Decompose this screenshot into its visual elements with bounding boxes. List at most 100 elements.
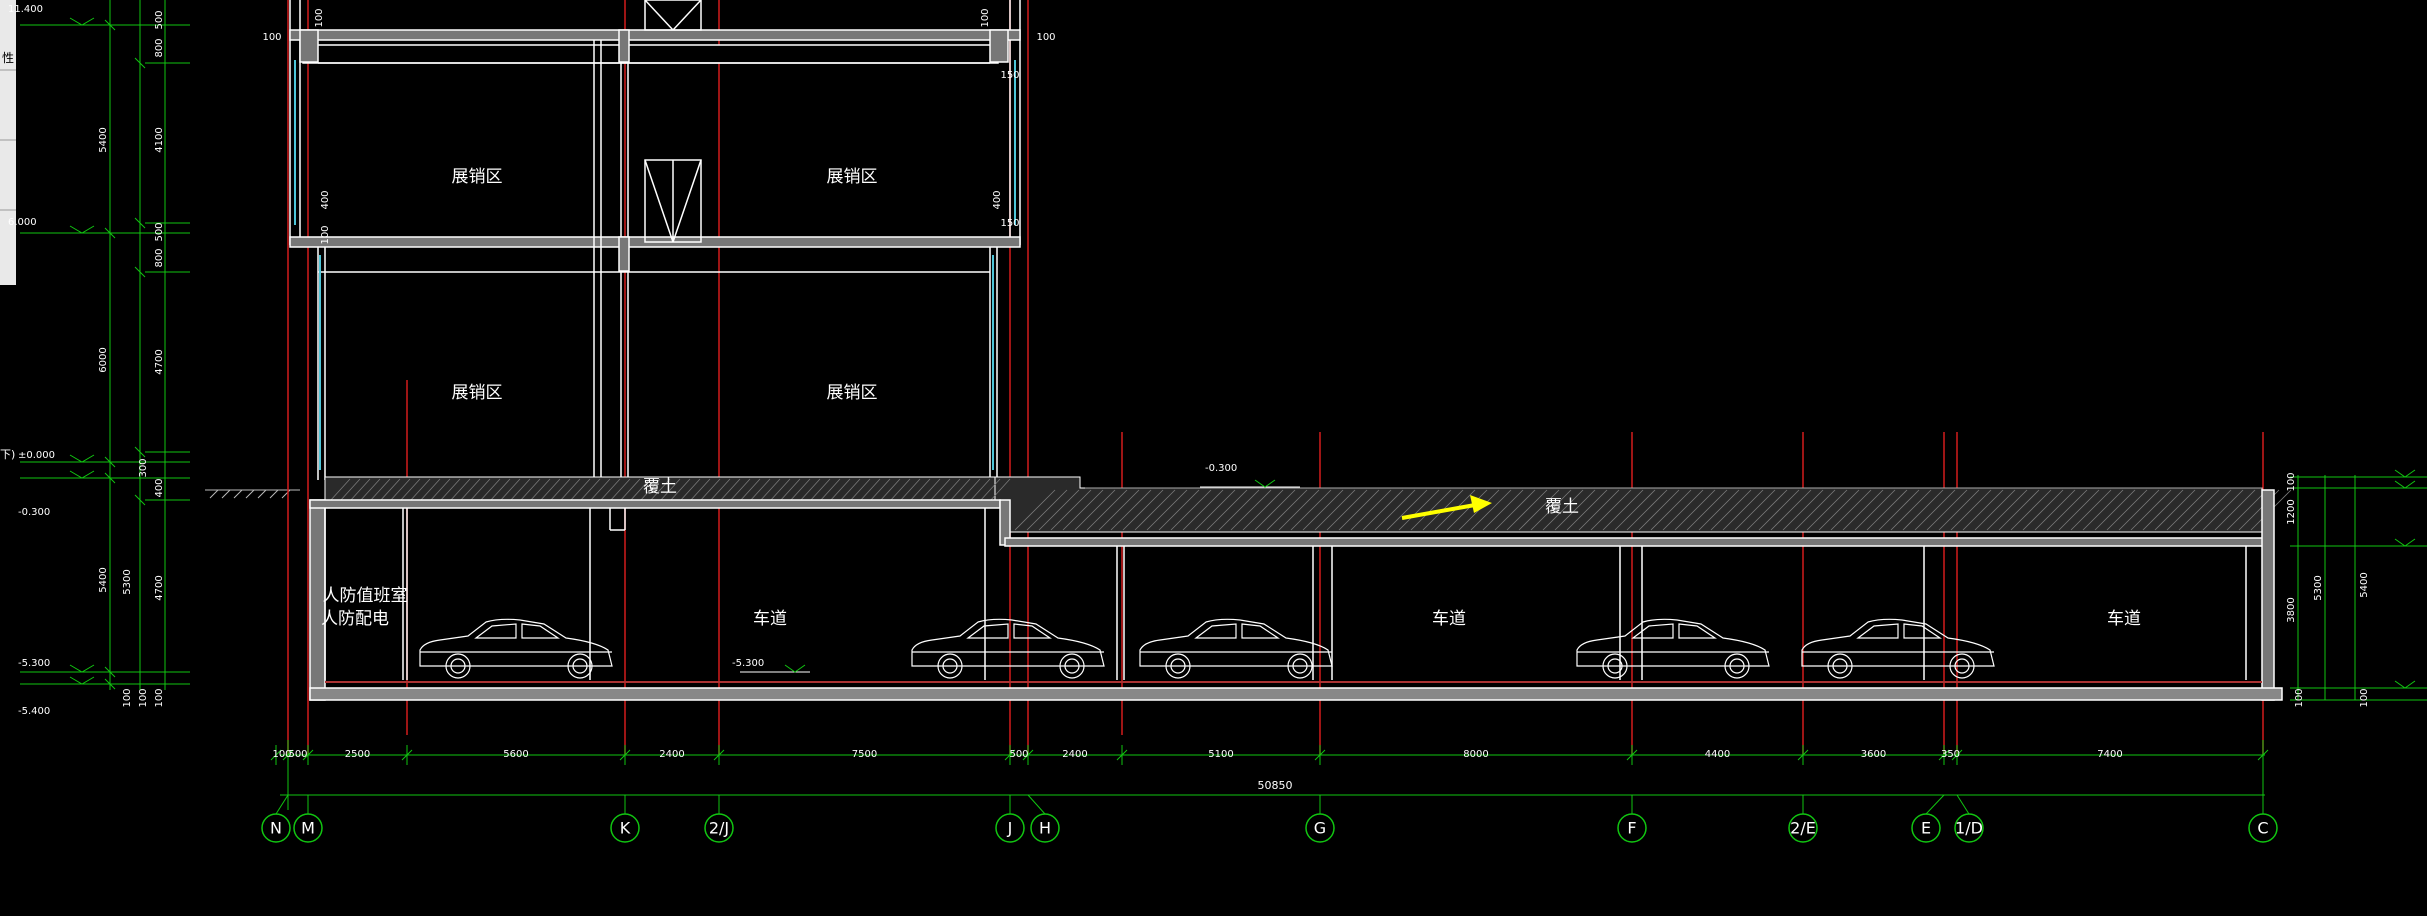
car-part	[474, 623, 560, 639]
axis-label: K	[620, 819, 631, 838]
dim-label: 5400	[98, 127, 109, 152]
bottom-dim-label: 350	[1941, 749, 1960, 760]
car-part	[1856, 623, 1942, 639]
dim-label: 150	[1000, 70, 1019, 81]
ground-hatch-left	[205, 489, 300, 499]
road-elevation: -0.300	[1200, 463, 1300, 488]
axis-leader	[275, 794, 289, 815]
dim-label: 100	[154, 688, 165, 707]
bottom-dim-label: 2400	[1062, 749, 1087, 760]
dim-label: 6000	[98, 347, 109, 372]
dim-label: 800	[154, 248, 165, 267]
car-part	[966, 623, 1052, 639]
axis-label: G	[1314, 819, 1326, 838]
dim-label: 5300	[122, 569, 133, 594]
room-label: 展销区	[827, 383, 878, 403]
bottom-dim-label: 2500	[345, 749, 370, 760]
room-label: 展销区	[452, 383, 503, 403]
panel-text: 性	[2, 51, 14, 65]
dim-label: 100	[138, 688, 149, 707]
bottom-dim-label: 5100	[1208, 749, 1233, 760]
car-icon	[911, 618, 1105, 679]
dim-label: 100	[262, 32, 281, 43]
dim-label: 300	[138, 458, 149, 477]
car-icon	[1139, 618, 1333, 679]
elevation-basement-base: -5.400	[18, 706, 50, 717]
room-label: 覆土	[643, 477, 677, 497]
dim-label: 400	[992, 190, 1003, 209]
glass-curtain-wall	[294, 60, 1016, 470]
room-label: 人防值班室	[323, 586, 408, 606]
axis-leader	[1956, 794, 1970, 815]
car-icon	[1576, 618, 1770, 679]
bottom-dim-label: 5600	[503, 749, 528, 760]
elevation-basement-floor: -5.300	[732, 658, 764, 669]
room-label: 车道	[1432, 609, 1466, 629]
axis-label: J	[1007, 819, 1013, 838]
left-outer-dim-labels: 5400 6000 5400	[98, 127, 109, 592]
dim-label: 100	[1036, 32, 1055, 43]
elevation-level2: 6.000	[8, 217, 37, 228]
bottom-dim-label: 500	[1009, 749, 1028, 760]
section-drawing: 性 下) 11.400 6.000 ±0.000 -0.300 -5.300 -…	[0, 0, 2427, 843]
bottom-dim-label: 3600	[1861, 749, 1886, 760]
dim-label: 100	[2286, 472, 2297, 491]
bottom-dim-label: 7500	[852, 749, 877, 760]
car-icon	[1801, 618, 1995, 679]
left-inner-dim-labels: 500 800 4100 500 800 4700 300 400 100 53…	[122, 10, 165, 707]
dim-label: 3800	[2286, 597, 2297, 622]
dim-label: 400	[154, 478, 165, 497]
dim-label: 5400	[98, 567, 109, 592]
dim-label: 150	[1000, 218, 1019, 229]
dim-label: 100	[2359, 688, 2370, 707]
elevation-road: -0.300	[1205, 463, 1237, 474]
dim-label: 4100	[154, 127, 165, 152]
car-part	[1631, 623, 1717, 639]
dim-label: 5400	[2359, 572, 2370, 597]
axis-label: H	[1039, 819, 1051, 838]
bottom-dim-label: 8000	[1463, 749, 1488, 760]
car-icon	[419, 618, 613, 679]
dim-label: 100	[314, 8, 325, 27]
bottom-dim-label: 2400	[659, 749, 684, 760]
panel-text-2: 下)	[0, 448, 15, 461]
room-label: 展销区	[452, 167, 503, 187]
room-label: 人防配电	[321, 609, 389, 629]
side-panel[interactable]	[0, 0, 16, 285]
bottom-dim-label: 500	[288, 749, 307, 760]
dim-label: 100	[320, 225, 331, 244]
axis-label: 1/D	[1955, 819, 1983, 838]
axis-bubbles: N M K 2/J J H G F 2/E E 1/D C	[261, 794, 2278, 843]
dim-label: 100	[122, 688, 133, 707]
dim-label: 1200	[2286, 499, 2297, 524]
room-label: 车道	[2107, 609, 2141, 629]
dim-label: 400	[320, 190, 331, 209]
axis-label: F	[1627, 819, 1636, 838]
room-label: 覆土	[1545, 497, 1579, 517]
axis-label: M	[301, 819, 315, 838]
elevation-ground: ±0.000	[18, 450, 55, 461]
dim-label: 5300	[2313, 575, 2324, 600]
axis-label: N	[270, 819, 282, 838]
bottom-dim-label: 4400	[1705, 749, 1730, 760]
elevation-basement-bot: -5.300	[18, 658, 50, 669]
dim-label: 800	[154, 38, 165, 57]
dim-label: 4700	[154, 349, 165, 374]
axis-label: 2/E	[1790, 819, 1816, 838]
cars-group	[419, 618, 1995, 679]
dim-label: 500	[154, 10, 165, 29]
dim-label: 100	[2294, 688, 2305, 707]
elevation-top: 11.400	[8, 4, 43, 15]
axis-label: 2/J	[709, 819, 729, 838]
bottom-dim-label: 7400	[2097, 749, 2122, 760]
dim-label: 100	[980, 8, 991, 27]
axis-leader	[1027, 794, 1046, 815]
basement-floor-elevation: -5.300	[732, 658, 810, 673]
axis-leader	[1925, 794, 1945, 815]
room-label: 展销区	[827, 167, 878, 187]
wall-dim-labels: 100 100 400 100 100 150 400 150 100	[262, 8, 1055, 244]
room-label: 车道	[753, 609, 787, 629]
car-part	[1194, 623, 1280, 639]
dim-label: 500	[154, 222, 165, 241]
axis-label: C	[2257, 819, 2268, 838]
